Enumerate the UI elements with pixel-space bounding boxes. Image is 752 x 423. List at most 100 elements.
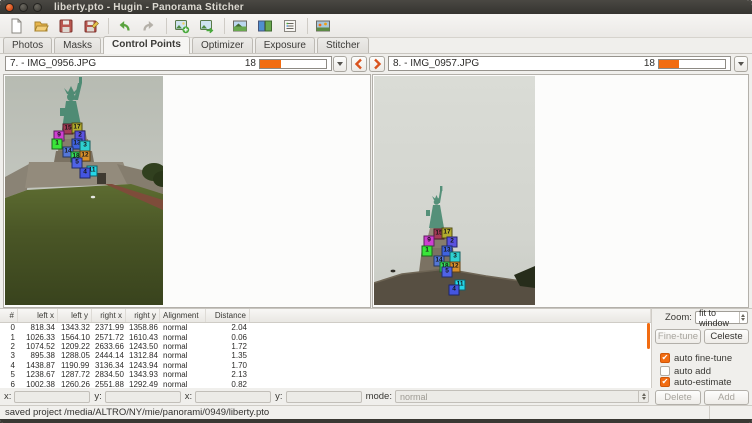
save-project-as-icon[interactable] bbox=[81, 16, 101, 36]
toolbar-separator bbox=[307, 18, 308, 34]
table-row[interactable]: 0818.341343.322371.991358.86normal2.04 bbox=[0, 323, 651, 332]
tab-masks[interactable]: Masks bbox=[54, 37, 101, 53]
table-cell: 0 bbox=[0, 323, 18, 332]
spinner-icon bbox=[638, 391, 648, 402]
tab-optimizer[interactable]: Optimizer bbox=[192, 37, 253, 53]
y1-input[interactable] bbox=[105, 391, 181, 403]
title-bar[interactable]: liberty.pto - Hugin - Panorama Stitcher bbox=[0, 0, 752, 14]
next-image-pair-button[interactable] bbox=[369, 56, 385, 72]
table-cell: 895.38 bbox=[18, 351, 58, 360]
redo-icon[interactable] bbox=[139, 16, 159, 36]
checkbox-checked-icon[interactable]: ✔ bbox=[660, 353, 670, 363]
table-cell: 1243.50 bbox=[126, 342, 160, 351]
x1-input[interactable] bbox=[14, 391, 90, 403]
table-cell: 2.13 bbox=[206, 370, 250, 379]
tab-stitcher[interactable]: Stitcher bbox=[317, 37, 369, 53]
open-project-icon[interactable] bbox=[31, 16, 51, 36]
table-cell: 2571.72 bbox=[92, 333, 126, 342]
left-image-select[interactable]: 7. - IMG_0956.JPG 18 bbox=[5, 56, 332, 71]
delete-button[interactable]: Delete bbox=[655, 390, 701, 405]
column-header[interactable]: right x bbox=[92, 309, 126, 322]
table-row[interactable]: 21074.521209.222633.661243.50normal1.72 bbox=[0, 342, 651, 351]
column-header[interactable]: Alignment bbox=[160, 309, 206, 322]
cp-table-header[interactable]: #left xleft yright xright yAlignmentDist… bbox=[0, 309, 651, 323]
x1-label: x: bbox=[4, 391, 11, 402]
hugin-window: liberty.pto - Hugin - Panorama Stitcher … bbox=[0, 0, 752, 423]
left-cp-count: 18 bbox=[245, 58, 256, 69]
tab-photos[interactable]: Photos bbox=[3, 37, 52, 53]
control-point-marker[interactable]: 1 bbox=[422, 246, 433, 257]
control-point-marker[interactable]: 4 bbox=[449, 285, 460, 296]
prev-image-pair-button[interactable] bbox=[351, 56, 367, 72]
column-header[interactable]: right y bbox=[126, 309, 160, 322]
table-row[interactable]: 11026.331564.102571.721610.43normal0.06 bbox=[0, 332, 651, 341]
add-images-icon[interactable] bbox=[172, 16, 192, 36]
status-bar: saved project /media/ALTRO/NY/mie/panora… bbox=[0, 405, 752, 419]
table-cell: 1564.10 bbox=[58, 333, 92, 342]
chevron-left-icon bbox=[354, 58, 364, 70]
minimize-icon[interactable] bbox=[19, 3, 28, 12]
right-cp-progress bbox=[658, 59, 726, 69]
chevron-right-icon bbox=[372, 58, 382, 70]
status-cell bbox=[709, 406, 752, 419]
chevron-down-icon bbox=[337, 62, 343, 66]
table-cell: 0.06 bbox=[206, 333, 250, 342]
fine-tune-button[interactable]: Fine-tune bbox=[655, 329, 701, 344]
close-icon[interactable] bbox=[5, 3, 14, 12]
checkbox-auto-fine-tune[interactable]: ✔auto fine-tune bbox=[660, 353, 732, 363]
table-scrollbar[interactable] bbox=[647, 323, 650, 349]
control-point-marker[interactable]: 4 bbox=[80, 168, 91, 179]
column-header[interactable]: # bbox=[0, 309, 18, 322]
left-image[interactable]: 15179211331418125114 bbox=[5, 76, 163, 305]
show-control-point-table-icon[interactable] bbox=[280, 16, 300, 36]
run-assistant-icon[interactable] bbox=[313, 16, 333, 36]
table-cell: 2.04 bbox=[206, 323, 250, 332]
table-cell: normal bbox=[160, 361, 206, 370]
celeste-button[interactable]: Celeste bbox=[704, 329, 749, 344]
column-header[interactable]: Distance bbox=[206, 309, 250, 322]
preview-opengl-icon[interactable] bbox=[255, 16, 275, 36]
save-project-icon[interactable] bbox=[56, 16, 76, 36]
maximize-icon[interactable] bbox=[33, 3, 42, 12]
spinner-icon[interactable] bbox=[739, 312, 747, 323]
zoom-label: Zoom: bbox=[665, 312, 692, 323]
control-point-marker[interactable]: 1 bbox=[52, 139, 63, 150]
table-cell: 1190.99 bbox=[58, 361, 92, 370]
table-row[interactable]: 41438.871190.993136.341243.94normal1.70 bbox=[0, 361, 651, 370]
mode-select[interactable]: normal bbox=[395, 390, 649, 403]
table-cell: 3 bbox=[0, 351, 18, 360]
control-point-marker[interactable]: 5 bbox=[442, 267, 453, 278]
add-time-series-icon[interactable] bbox=[197, 16, 217, 36]
right-image[interactable]: 15179211331418125114 bbox=[374, 76, 535, 305]
checkbox-auto-add[interactable]: auto add bbox=[660, 366, 711, 376]
preview-panorama-icon[interactable] bbox=[230, 16, 250, 36]
x2-input[interactable] bbox=[195, 391, 271, 403]
undo-icon[interactable] bbox=[114, 16, 134, 36]
right-image-dropdown-button[interactable] bbox=[734, 56, 748, 72]
table-cell: 1.35 bbox=[206, 351, 250, 360]
table-cell: 1074.52 bbox=[18, 342, 58, 351]
right-cp-progress-fill bbox=[659, 60, 679, 68]
zoom-select[interactable]: fit to window bbox=[695, 311, 748, 324]
table-cell: 2 bbox=[0, 342, 18, 351]
checkbox-checked-icon[interactable]: ✔ bbox=[660, 377, 670, 387]
tab-exposure[interactable]: Exposure bbox=[255, 37, 315, 53]
column-header[interactable]: left y bbox=[58, 309, 92, 322]
tab-control-points[interactable]: Control Points bbox=[103, 36, 190, 54]
right-image-panel[interactable]: 15179211331418125114 bbox=[372, 74, 749, 308]
control-point-table[interactable]: #left xleft yright xright yAlignmentDist… bbox=[0, 308, 652, 388]
add-button[interactable]: Add bbox=[704, 390, 749, 405]
column-header[interactable]: left x bbox=[18, 309, 58, 322]
y2-input[interactable] bbox=[286, 391, 362, 403]
checkbox-auto-estimate[interactable]: ✔auto-estimate bbox=[660, 377, 732, 387]
x2-label: x: bbox=[185, 391, 192, 402]
left-image-panel[interactable]: 15179211331418125114 bbox=[3, 74, 371, 308]
new-project-icon[interactable] bbox=[6, 16, 26, 36]
table-row[interactable]: 51238.671287.722834.501343.93normal2.13 bbox=[0, 370, 651, 379]
table-cell: 1238.67 bbox=[18, 370, 58, 379]
table-row[interactable]: 3895.381288.052444.141312.84normal1.35 bbox=[0, 351, 651, 360]
right-image-select[interactable]: 8. - IMG_0957.JPG 18 bbox=[388, 56, 731, 71]
checkbox-unchecked-icon[interactable] bbox=[660, 366, 670, 376]
image-selector-row: 7. - IMG_0956.JPG 18 8. - IMG_0957.JPG 1… bbox=[0, 54, 752, 74]
left-image-dropdown-button[interactable] bbox=[333, 56, 347, 72]
